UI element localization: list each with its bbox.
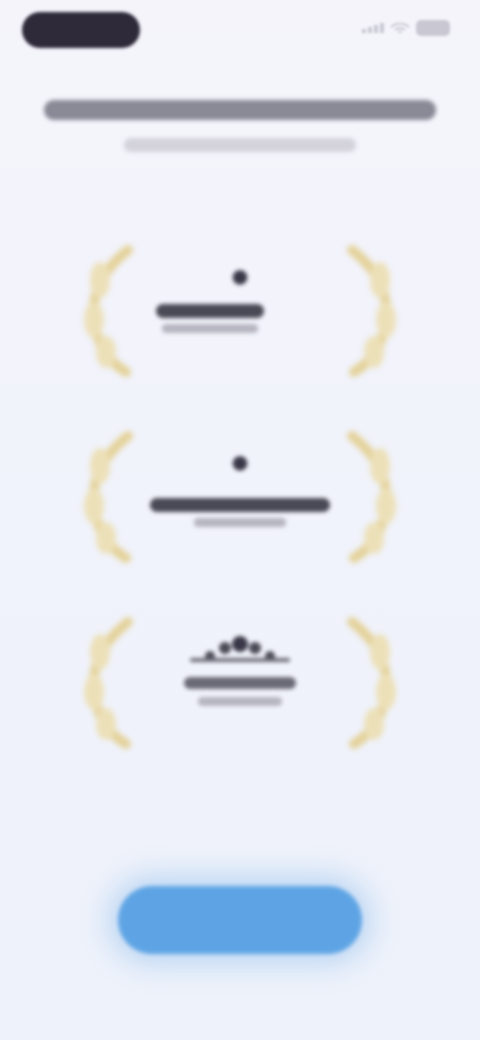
laurel-left-icon xyxy=(84,431,133,563)
status-time xyxy=(22,12,140,48)
award-card: ● xyxy=(60,240,420,380)
award-text-placeholder xyxy=(150,498,330,527)
header-text-placeholder xyxy=(44,100,436,152)
status-icons xyxy=(362,20,450,36)
award-content: ● xyxy=(150,256,330,349)
stars-icon xyxy=(190,636,290,662)
laurel-right-icon xyxy=(347,617,396,749)
apple-icon: ● xyxy=(229,443,251,481)
award-text-placeholder xyxy=(156,304,264,333)
award-card xyxy=(60,612,420,752)
laurel-left-icon xyxy=(84,617,133,749)
header xyxy=(0,96,480,175)
award-card: ● xyxy=(60,426,420,566)
wifi-icon xyxy=(390,23,410,33)
laurel-right-icon xyxy=(347,431,396,563)
award-text-placeholder xyxy=(184,677,296,706)
laurel-left-icon xyxy=(84,245,133,377)
battery-icon xyxy=(416,20,450,36)
laurel-right-icon xyxy=(347,245,396,377)
award-content xyxy=(150,628,330,726)
signal-icon xyxy=(362,23,384,33)
apple-icon: ● xyxy=(229,257,251,295)
status-bar xyxy=(0,0,480,60)
award-content: ● xyxy=(150,442,330,541)
continue-button[interactable] xyxy=(118,886,362,954)
